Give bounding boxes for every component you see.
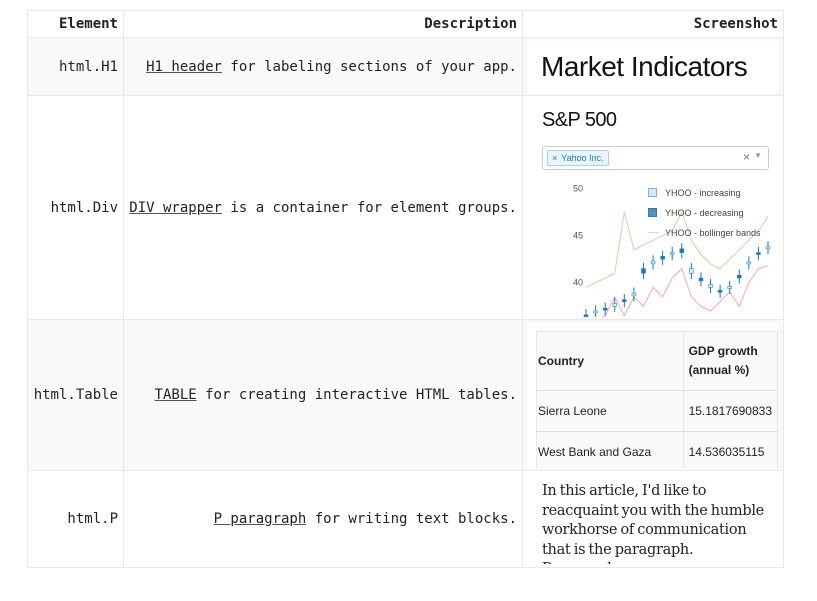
legend-line-bands: [648, 232, 659, 233]
candle-body: [593, 310, 598, 313]
y-tick-label: 45: [573, 230, 583, 240]
legend-label: YHOO - bollinger bands: [665, 227, 761, 238]
header-row: Element Description Screenshot: [27, 10, 784, 38]
legend-label: YHOO - increasing: [665, 187, 741, 198]
y-tick-label: 50: [573, 183, 583, 193]
table-row: html.H1 H1 header for labeling sections …: [27, 37, 784, 96]
table-row: html.Table TABLE for creating interactiv…: [27, 319, 784, 471]
gdp-header-row: Country GDP growth (annual %): [536, 330, 778, 391]
gdp-header: GDP growth (annual %): [682, 330, 778, 391]
candle-body: [669, 251, 675, 255]
gdp-cell: 14.536035115: [682, 430, 778, 468]
candle-body: [708, 283, 713, 288]
candle-body: [698, 277, 704, 281]
components-table: Element Description Screenshot html.H1 H…: [27, 10, 784, 568]
candle-body: [583, 314, 589, 317]
country-cell: West Bank and Gaza: [536, 430, 684, 468]
description: H1 header for labeling sections of your …: [123, 37, 523, 96]
candle-body: [737, 274, 742, 278]
p-preview: In this article, I'd like to reacquaint …: [528, 474, 778, 564]
gdp-table: Country GDP growth (annual %) Sierra Leon…: [536, 330, 778, 468]
description-text: is a container for element groups.: [221, 199, 517, 216]
candle-body: [641, 267, 646, 274]
candle-body: [756, 251, 761, 255]
candle-body: [650, 260, 656, 264]
legend-swatch-increasing: [648, 188, 657, 197]
h1-preview-text: Market Indicators: [541, 50, 748, 82]
candle-body: [727, 285, 732, 289]
legend-item-decreasing[interactable]: YHOO - decreasing: [648, 203, 761, 223]
header-description: Description: [123, 10, 523, 38]
table-row: html.Div DIV wrapper is a container for …: [27, 95, 784, 320]
doc-link-table[interactable]: TABLE: [155, 387, 197, 403]
gdp-header-line2: (annual %): [688, 362, 750, 377]
screenshot-cell: S&P 500 × Yahoo Inc. × ▼ 40 45 50 YHOO - in…: [522, 95, 784, 320]
description-text: for labeling sections of your app.: [221, 58, 517, 75]
legend-label: YHOO - decreasing: [665, 207, 744, 218]
candle-body: [631, 292, 637, 296]
description: DIV wrapper is a container for element g…: [123, 95, 523, 320]
country-cell: Sierra Leone: [536, 389, 684, 432]
lower-band-line: [601, 264, 769, 317]
gdp-row: Sierra Leone 15.1817690833: [536, 389, 778, 432]
div-preview: S&P 500 × Yahoo Inc. × ▼ 40 45 50 YHOO - in…: [528, 98, 778, 317]
description: TABLE for creating interactive HTML tabl…: [123, 319, 523, 471]
screenshot-cell: In this article, I'd like to reacquaint …: [522, 470, 784, 568]
legend-swatch-decreasing: [648, 208, 657, 217]
country-header: Country: [536, 330, 684, 391]
element-name: html.H1: [27, 37, 124, 96]
doc-link-h1[interactable]: H1 header: [146, 59, 222, 75]
gdp-cell: 15.1817690833: [682, 389, 778, 432]
legend-item-increasing[interactable]: YHOO - increasing: [648, 183, 761, 203]
description-text: for creating interactive HTML tables.: [196, 387, 517, 403]
y-tick-label: 40: [573, 277, 583, 287]
description-text: for writing text blocks.: [306, 511, 517, 527]
element-name: html.Div: [27, 95, 124, 320]
candle-body: [602, 307, 608, 310]
description: P paragraph for writing text blocks.: [123, 470, 523, 568]
candle-body: [679, 248, 685, 253]
legend-item-bands[interactable]: YHOO - bollinger bands: [648, 223, 761, 243]
paragraph-text: In this article, I'd like to reacquaint …: [542, 483, 764, 564]
candle-body: [746, 261, 752, 264]
element-name: html.Table: [27, 319, 124, 471]
candle-body: [660, 255, 665, 259]
gdp-row: West Bank and Gaza 14.536035115: [536, 430, 778, 468]
candle-body: [689, 267, 694, 274]
table-preview: Country GDP growth (annual %) Sierra Leon…: [528, 322, 778, 468]
h1-preview: Market Indicators: [528, 40, 778, 93]
gdp-header-line1: GDP growth: [688, 343, 758, 358]
screenshot-cell: Country GDP growth (annual %) Sierra Leon…: [522, 319, 784, 471]
screenshot-cell: Market Indicators: [522, 37, 784, 96]
candle-body: [622, 298, 627, 302]
candle-body: [612, 302, 617, 307]
chart-legend: YHOO - increasing YHOO - decreasing YHOO…: [648, 183, 761, 243]
candle-body: [717, 289, 723, 293]
header-element: Element: [27, 10, 124, 38]
candle-body: [765, 246, 771, 249]
element-name: html.P: [27, 470, 124, 568]
table-row: html.P P paragraph for writing text bloc…: [27, 470, 784, 568]
header-screenshot: Screenshot: [522, 10, 784, 38]
doc-link-div[interactable]: DIV wrapper: [129, 200, 222, 216]
doc-link-p[interactable]: P paragraph: [214, 511, 307, 527]
